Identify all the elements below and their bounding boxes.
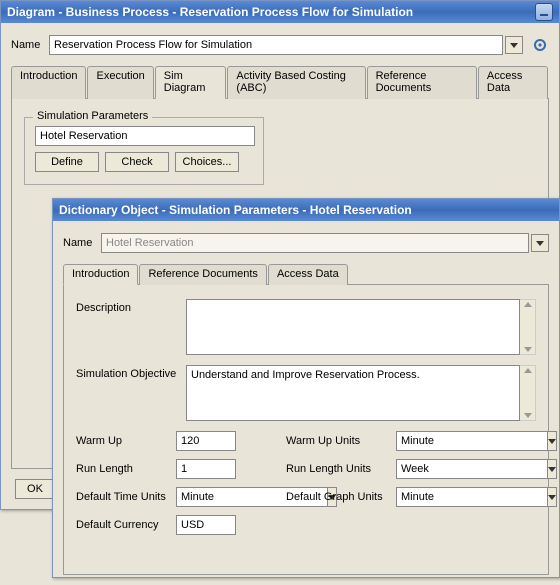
minimize-button[interactable]: [535, 3, 553, 21]
objective-label: Simulation Objective: [76, 365, 186, 380]
chevron-down-icon[interactable]: [548, 431, 557, 451]
objective-textarea[interactable]: [186, 365, 520, 421]
sim-params-input[interactable]: [35, 126, 255, 146]
default-time-units-label: Default Time Units: [76, 491, 176, 503]
scrollbar[interactable]: [520, 365, 536, 421]
sim-params-legend: Simulation Parameters: [33, 110, 152, 122]
default-currency-input[interactable]: [176, 515, 236, 535]
default-time-units-combo[interactable]: [176, 487, 246, 507]
choices-button[interactable]: Choices...: [175, 152, 239, 172]
scroll-up-icon[interactable]: [524, 368, 532, 373]
name-label: Name: [63, 237, 101, 249]
titlebar[interactable]: Diagram - Business Process - Reservation…: [1, 1, 559, 23]
description-label: Description: [76, 299, 186, 314]
run-length-label: Run Length: [76, 463, 176, 475]
tab-introduction[interactable]: Introduction: [11, 66, 86, 99]
check-button[interactable]: Check: [105, 152, 169, 172]
tab-sim-diagram[interactable]: Sim Diagram: [155, 66, 227, 99]
chevron-down-icon[interactable]: [548, 487, 557, 507]
warm-up-units-label: Warm Up Units: [286, 435, 396, 447]
window-title: Dictionary Object - Simulation Parameter…: [59, 203, 412, 217]
window-title: Diagram - Business Process - Reservation…: [7, 5, 413, 19]
warm-up-input[interactable]: [176, 431, 236, 451]
tab-abc[interactable]: Activity Based Costing (ABC): [227, 66, 365, 99]
name-dropdown-button[interactable]: [505, 36, 523, 54]
run-length-input[interactable]: [176, 459, 236, 479]
scroll-up-icon[interactable]: [524, 302, 532, 307]
run-length-units-combo[interactable]: [396, 459, 466, 479]
scrollbar[interactable]: [520, 299, 536, 355]
tab-execution[interactable]: Execution: [87, 66, 153, 99]
gear-icon[interactable]: [531, 36, 549, 54]
description-textarea[interactable]: [186, 299, 520, 355]
titlebar[interactable]: Dictionary Object - Simulation Parameter…: [53, 199, 559, 221]
define-button[interactable]: Define: [35, 152, 99, 172]
tab-reference-documents[interactable]: Reference Documents: [367, 66, 477, 99]
name-label: Name: [11, 39, 49, 51]
tabstrip: Introduction Reference Documents Access …: [63, 263, 549, 285]
tab-access-data[interactable]: Access Data: [268, 264, 348, 285]
default-graph-units-value[interactable]: [396, 487, 548, 507]
scroll-down-icon[interactable]: [524, 413, 532, 418]
name-input[interactable]: [101, 233, 529, 253]
name-input[interactable]: [49, 35, 503, 55]
dictionary-object-window: Dictionary Object - Simulation Parameter…: [52, 198, 560, 578]
scroll-down-icon[interactable]: [524, 347, 532, 352]
warm-up-units-value[interactable]: [396, 431, 548, 451]
tab-reference-documents[interactable]: Reference Documents: [139, 264, 266, 285]
default-currency-label: Default Currency: [76, 519, 176, 531]
default-graph-units-label: Default Graph Units: [286, 491, 396, 503]
tab-introduction[interactable]: Introduction: [63, 264, 138, 285]
sim-params-fieldset: Simulation Parameters Define Check Choic…: [24, 117, 264, 185]
default-graph-units-combo[interactable]: [396, 487, 466, 507]
chevron-down-icon[interactable]: [548, 459, 557, 479]
warm-up-label: Warm Up: [76, 435, 176, 447]
warm-up-units-combo[interactable]: [396, 431, 466, 451]
name-dropdown-button[interactable]: [531, 234, 549, 252]
tabstrip: Introduction Execution Sim Diagram Activ…: [11, 65, 549, 99]
tab-body: Description Simulation Objective Warm Up: [63, 285, 549, 575]
run-length-units-label: Run Length Units: [286, 463, 396, 475]
tab-access-data[interactable]: Access Data: [478, 66, 548, 99]
ok-button[interactable]: OK: [15, 479, 55, 499]
run-length-units-value[interactable]: [396, 459, 548, 479]
